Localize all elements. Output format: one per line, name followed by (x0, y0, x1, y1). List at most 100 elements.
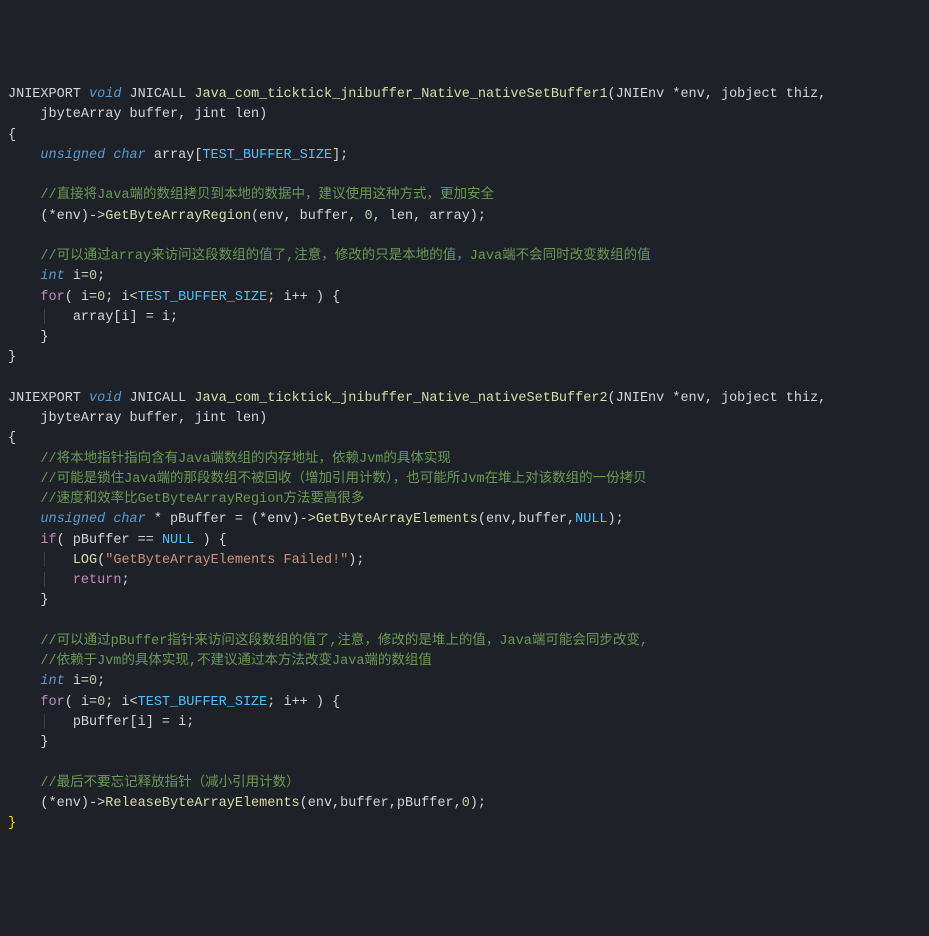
code-token: } (8, 330, 49, 345)
code-token (8, 188, 40, 203)
code-token (8, 290, 40, 305)
code-token: //最后不要忘记释放指针（减小引用计数） (40, 776, 299, 791)
code-line[interactable]: unsigned char * pBuffer = (*env)->GetByt… (8, 510, 921, 530)
code-line[interactable]: //依赖于Jvm的具体实现,不建议通过本方法改变Java端的数组值 (8, 652, 921, 672)
code-line[interactable]: //可能是锁住Java端的那段数组不被回收（增加引用计数），也可能所Jvm在堆上… (8, 470, 921, 490)
code-line[interactable]: for( i=0; i<TEST_BUFFER_SIZE; i++ ) { (8, 693, 921, 713)
code-line[interactable]: JNIEXPORT void JNICALL Java_com_ticktick… (8, 389, 921, 409)
code-line[interactable]: unsigned char array[TEST_BUFFER_SIZE]; (8, 146, 921, 166)
code-line[interactable]: jbyteArray buffer, jint len) (8, 105, 921, 125)
code-token: │ (40, 553, 48, 568)
code-line[interactable]: //可以通过pBuffer指针来访问这段数组的值了,注意，修改的是堆上的值，Ja… (8, 632, 921, 652)
code-token: (env,buffer, (478, 512, 575, 527)
code-token: * pBuffer = (*env)-> (146, 512, 316, 527)
code-token (8, 512, 40, 527)
code-token: jbyteArray buffer, jint len) (8, 107, 267, 122)
code-token: 0 (462, 796, 470, 811)
code-token (65, 674, 73, 689)
code-token (8, 452, 40, 467)
code-token: JNICALL (130, 87, 187, 102)
code-line[interactable] (8, 753, 921, 773)
code-line[interactable] (8, 166, 921, 186)
code-token: ( i= (65, 290, 97, 305)
code-token (8, 614, 16, 629)
code-token: ]; (332, 148, 348, 163)
code-editor[interactable]: JNIEXPORT void JNICALL Java_com_ticktick… (8, 85, 921, 834)
code-token: │ (40, 310, 48, 325)
code-line[interactable]: │ pBuffer[i] = i; (8, 713, 921, 733)
code-token: jbyteArray buffer, jint len) (8, 411, 267, 426)
code-token: TEST_BUFFER_SIZE (138, 695, 268, 710)
code-token: //速度和效率比GetByteArrayRegion方法要高很多 (40, 492, 364, 507)
code-line[interactable]: { (8, 126, 921, 146)
code-line[interactable]: │ LOG("GetByteArrayElements Failed!"); (8, 551, 921, 571)
code-token: ; i++ ) { (267, 695, 340, 710)
code-token: for (40, 290, 64, 305)
code-token: ( pBuffer == (57, 533, 162, 548)
code-token (8, 695, 40, 710)
code-token (8, 148, 40, 163)
code-token: , len, array); (373, 209, 486, 224)
code-token (8, 168, 16, 183)
code-line[interactable]: (*env)->ReleaseByteArrayElements(env,buf… (8, 794, 921, 814)
code-token: return (73, 573, 122, 588)
code-line[interactable]: int i=0; (8, 267, 921, 287)
code-line[interactable]: for( i=0; i<TEST_BUFFER_SIZE; i++ ) { (8, 288, 921, 308)
code-line[interactable]: { (8, 429, 921, 449)
code-token: GetByteArrayElements (316, 512, 478, 527)
code-token: Java_com_ticktick_jnibuffer_Native_nativ… (194, 391, 607, 406)
code-token: void (89, 391, 121, 406)
code-line[interactable] (8, 227, 921, 247)
code-line[interactable]: if( pBuffer == NULL ) { (8, 531, 921, 551)
code-token: NULL (575, 512, 607, 527)
code-line[interactable] (8, 612, 921, 632)
code-line[interactable]: } (8, 733, 921, 753)
code-token (8, 310, 40, 325)
code-line[interactable]: } (8, 814, 921, 834)
code-token: JNIEXPORT (8, 87, 81, 102)
code-token (8, 755, 16, 770)
code-token (146, 148, 154, 163)
code-line[interactable]: jbyteArray buffer, jint len) (8, 409, 921, 429)
code-line[interactable]: //速度和效率比GetByteArrayRegion方法要高很多 (8, 490, 921, 510)
code-line[interactable]: JNIEXPORT void JNICALL Java_com_ticktick… (8, 85, 921, 105)
code-line[interactable]: //可以通过array来访问这段数组的值了,注意，修改的只是本地的值，Java端… (8, 247, 921, 267)
code-token: array[ (154, 148, 203, 163)
code-token: ; (121, 573, 129, 588)
code-token: ; (97, 269, 105, 284)
code-token: i= (73, 674, 89, 689)
code-token (8, 674, 40, 689)
code-token (8, 269, 40, 284)
code-token: NULL (162, 533, 194, 548)
code-line[interactable]: } (8, 348, 921, 368)
code-token: ; i< (105, 695, 137, 710)
code-line[interactable]: │ array[i] = i; (8, 308, 921, 328)
code-line[interactable]: │ return; (8, 571, 921, 591)
code-token (121, 391, 129, 406)
code-token: ReleaseByteArrayElements (105, 796, 299, 811)
code-line[interactable]: int i=0; (8, 672, 921, 692)
code-token: ; i++ ) { (267, 290, 340, 305)
code-line[interactable]: } (8, 328, 921, 348)
code-token: (*env)-> (8, 209, 105, 224)
code-token: ); (470, 796, 486, 811)
code-line[interactable]: } (8, 591, 921, 611)
code-token: //将本地指针指向含有Java端数组的内存地址，依赖Jvm的具体实现 (40, 452, 450, 467)
code-token: 0 (364, 209, 372, 224)
code-line[interactable]: (*env)->GetByteArrayRegion(env, buffer, … (8, 207, 921, 227)
code-token (8, 533, 40, 548)
code-line[interactable]: //将本地指针指向含有Java端数组的内存地址，依赖Jvm的具体实现 (8, 450, 921, 470)
code-token: } (8, 735, 49, 750)
code-token (8, 776, 40, 791)
code-token: //直接将Java端的数组拷贝到本地的数据中，建议使用这种方式，更加安全 (40, 188, 494, 203)
code-token: pBuffer[i] = i; (49, 715, 195, 730)
code-token: int (40, 269, 64, 284)
code-line[interactable]: //最后不要忘记释放指针（减小引用计数） (8, 774, 921, 794)
code-token: ; (97, 674, 105, 689)
code-token: ( i= (65, 695, 97, 710)
code-token (65, 269, 73, 284)
code-line[interactable] (8, 369, 921, 389)
code-line[interactable]: //直接将Java端的数组拷贝到本地的数据中，建议使用这种方式，更加安全 (8, 186, 921, 206)
code-token (8, 654, 40, 669)
code-token: ); (608, 512, 624, 527)
